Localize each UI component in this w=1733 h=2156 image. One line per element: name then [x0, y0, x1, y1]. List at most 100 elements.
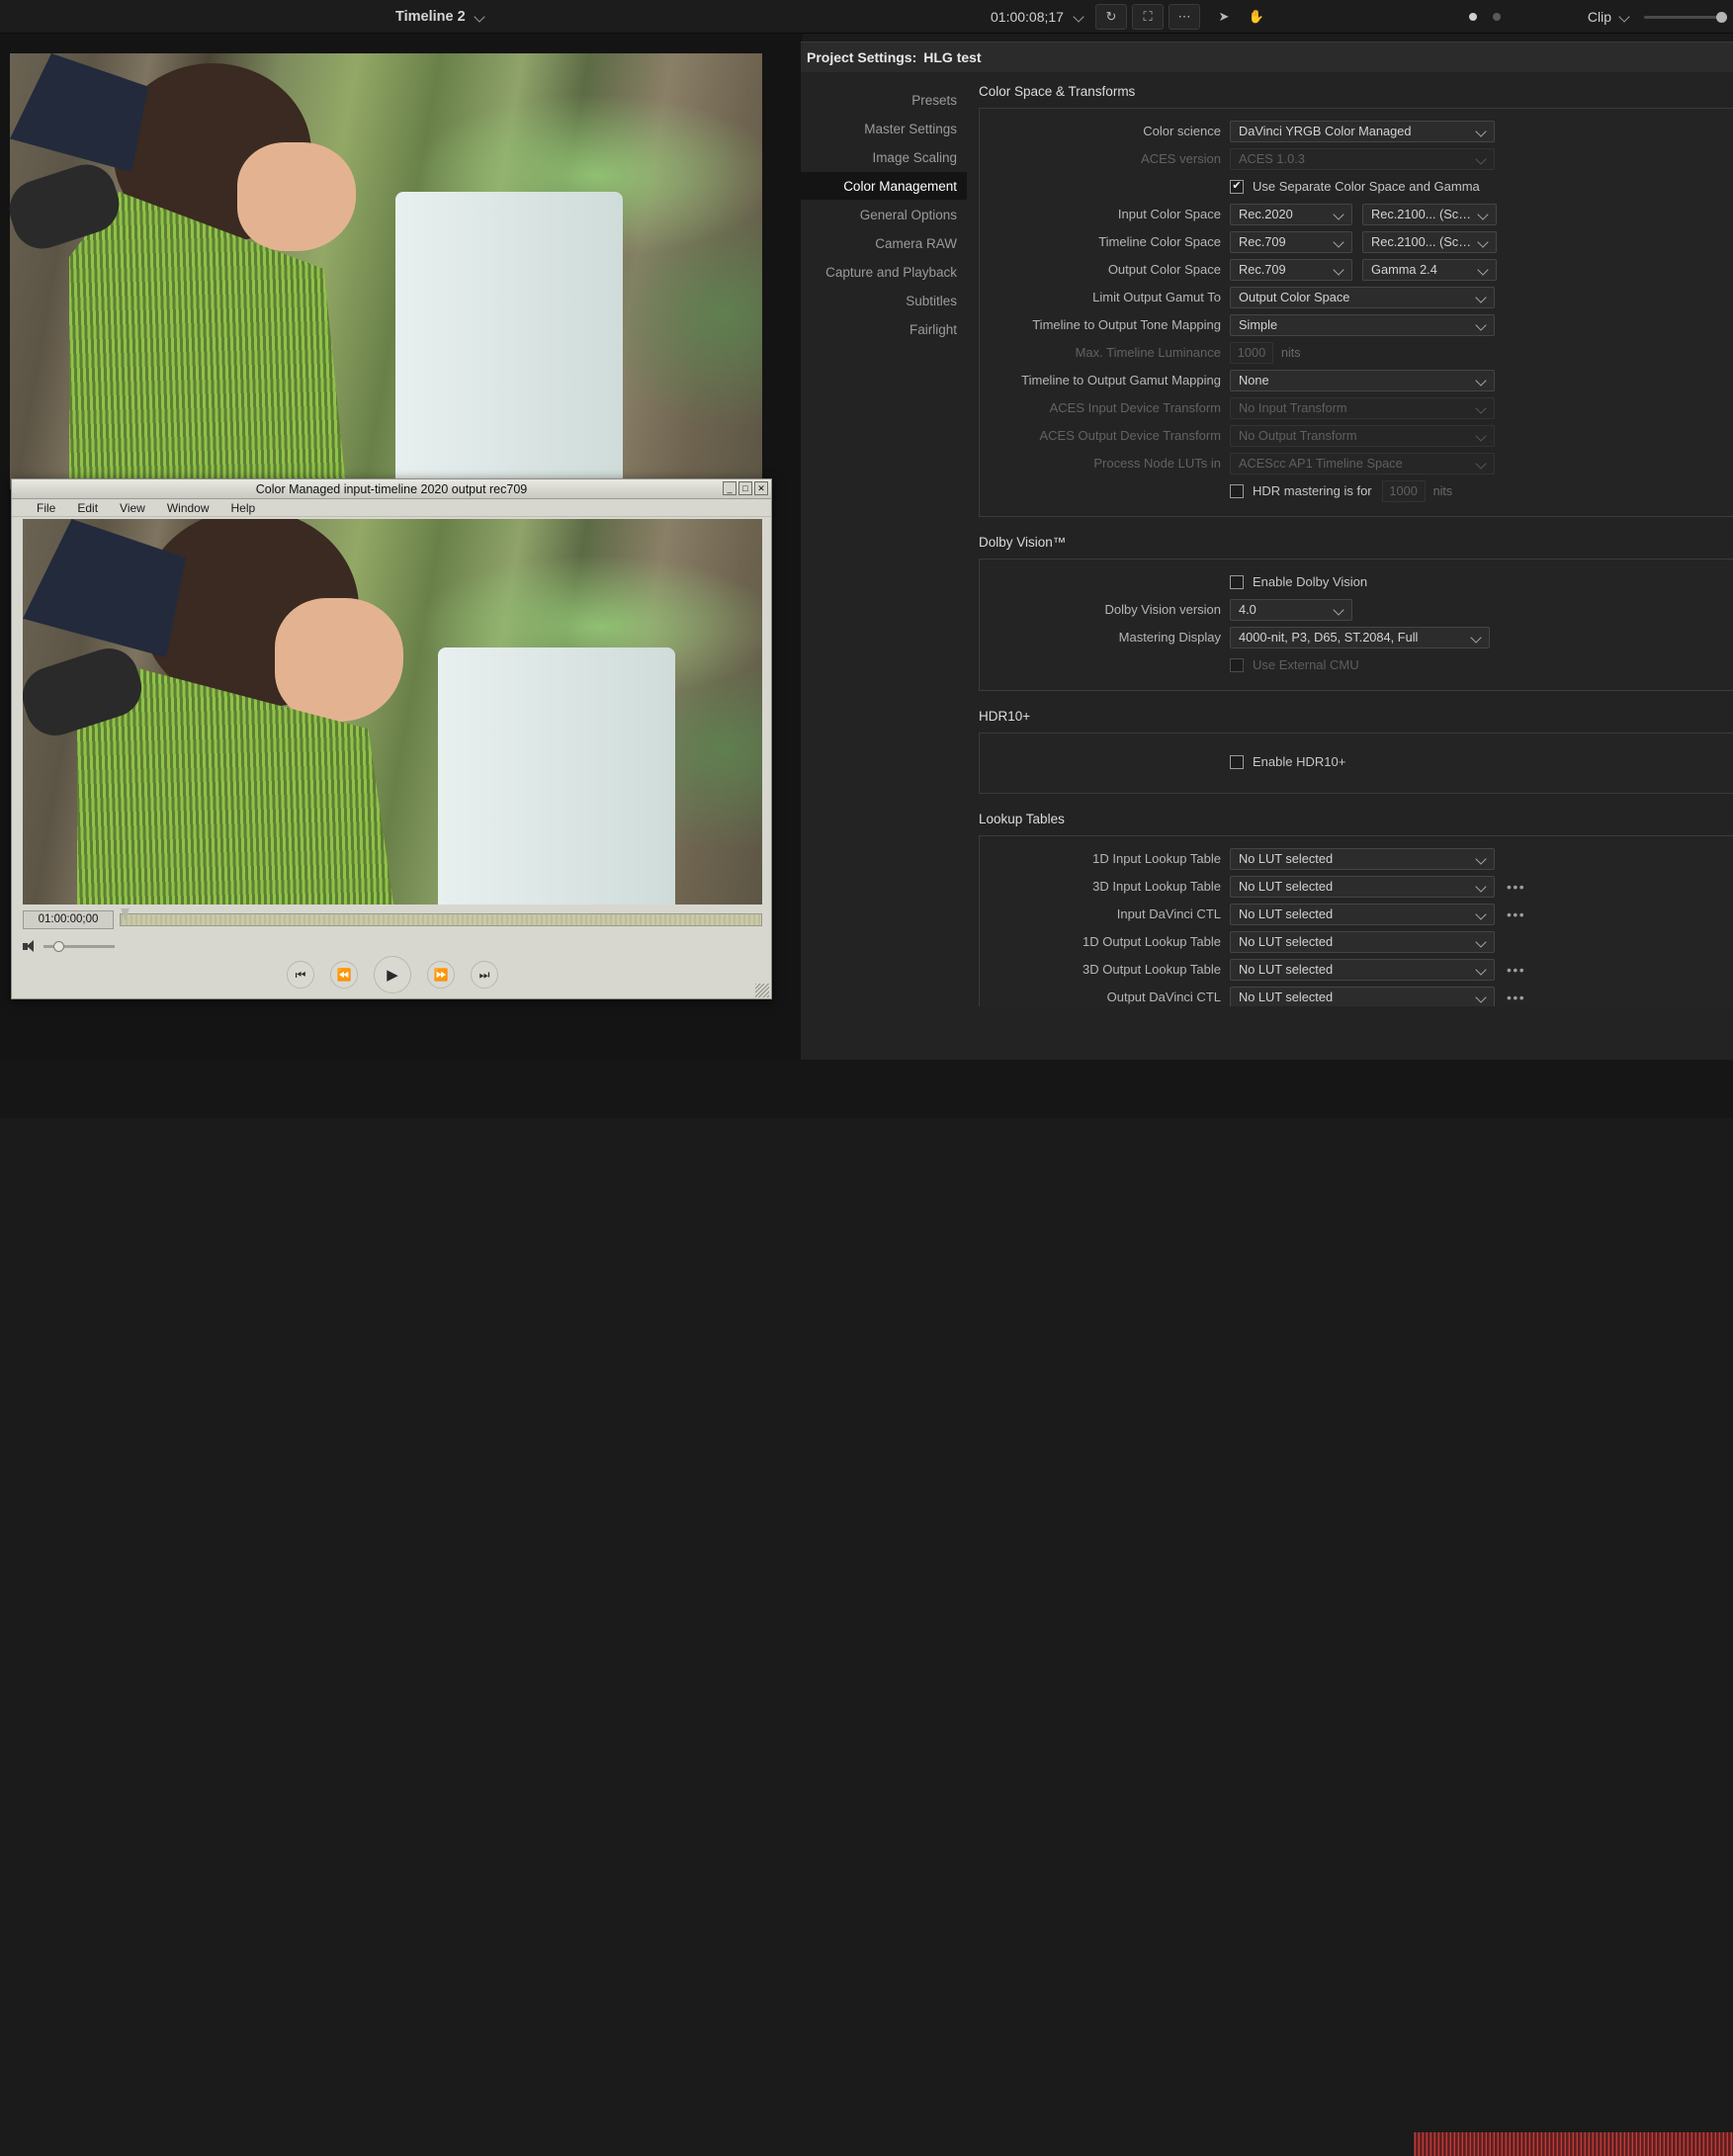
minimize-icon[interactable]: _: [723, 481, 737, 495]
chevron-down-icon[interactable]: [1333, 603, 1345, 616]
sidebar-item-master-settings[interactable]: Master Settings: [801, 115, 967, 142]
chevron-down-icon[interactable]: [1475, 963, 1488, 976]
menu-view[interactable]: View: [109, 501, 156, 515]
dropdown-1d-input-lookup-table[interactable]: No LUT selected: [1230, 847, 1495, 870]
maximize-icon[interactable]: □: [738, 481, 752, 495]
dropdown-input-gamma[interactable]: Rec.2100... (Scene): [1362, 203, 1497, 225]
close-icon[interactable]: ✕: [754, 481, 768, 495]
timeline-selector[interactable]: Timeline 2: [395, 0, 485, 34]
label-dolby-vision-version: Dolby Vision version: [1104, 602, 1221, 617]
sidebar-item-image-scaling[interactable]: Image Scaling: [801, 143, 967, 171]
value-3d-output-lookup-table: No LUT selected: [1239, 962, 1334, 977]
dropdown-timeline-color-space[interactable]: Rec.709: [1230, 230, 1352, 253]
checkbox-enable-hdr10plus[interactable]: [1230, 754, 1244, 769]
skip-to-start-icon[interactable]: ⏮: [287, 961, 314, 989]
dual-view-icon[interactable]: [1492, 13, 1501, 21]
value-input-davinci-ctl: No LUT selected: [1239, 906, 1334, 921]
sidebar-item-subtitles[interactable]: Subtitles: [801, 287, 967, 314]
dropdown-output-davinci-ctl[interactable]: No LUT selected: [1230, 986, 1495, 1006]
browse-lut-icon[interactable]: •••: [1507, 963, 1525, 977]
volume-slider[interactable]: [43, 940, 115, 952]
dropdown-output-gamma[interactable]: Gamma 2.4: [1362, 258, 1497, 281]
dropdown-1d-output-lookup-table[interactable]: No LUT selected: [1230, 930, 1495, 953]
chevron-down-icon[interactable]: [1475, 125, 1488, 137]
preview-seek-bar[interactable]: [120, 907, 762, 926]
chevron-down-icon[interactable]: [1470, 631, 1483, 644]
dropdown-dolby-vision-version[interactable]: 4.0: [1230, 598, 1352, 621]
clip-mode-selector[interactable]: Clip: [1588, 9, 1630, 25]
menu-help[interactable]: Help: [220, 501, 267, 515]
seek-playhead-handle[interactable]: [121, 907, 130, 921]
chevron-down-icon[interactable]: [1477, 263, 1490, 276]
sidebar-item-camera-raw[interactable]: Camera RAW: [801, 229, 967, 257]
chevron-down-icon[interactable]: [475, 12, 485, 23]
dropdown-output-color-space[interactable]: Rec.709: [1230, 258, 1352, 281]
chevron-down-icon[interactable]: [1619, 12, 1630, 23]
row-aces-version: ACES version ACES 1.0.3: [980, 146, 1733, 171]
play-icon[interactable]: ▶: [374, 956, 411, 993]
chevron-down-icon[interactable]: [1475, 291, 1488, 303]
chevron-down-icon[interactable]: [1475, 935, 1488, 948]
dropdown-3d-output-lookup-table[interactable]: No LUT selected: [1230, 958, 1495, 981]
zoom-slider-handle[interactable]: [1716, 11, 1727, 23]
more-options-icon[interactable]: ⋯: [1169, 4, 1200, 30]
chevron-down-icon[interactable]: [1333, 263, 1345, 276]
dropdown-input-color-space[interactable]: Rec.2020: [1230, 203, 1352, 225]
dropdown-gamut-mapping[interactable]: None: [1230, 369, 1495, 391]
menu-window[interactable]: Window: [156, 501, 220, 515]
dropdown-color-science[interactable]: DaVinci YRGB Color Managed: [1230, 120, 1495, 142]
sidebar-item-fairlight[interactable]: Fairlight: [801, 315, 967, 343]
dropdown-input-davinci-ctl[interactable]: No LUT selected: [1230, 903, 1495, 925]
dropdown-limit-output-gamut[interactable]: Output Color Space: [1230, 286, 1495, 308]
fullscreen-icon[interactable]: ⛶: [1132, 4, 1164, 30]
chevron-down-icon[interactable]: [1074, 12, 1084, 23]
loop-icon[interactable]: ↻: [1095, 4, 1127, 30]
chevron-down-icon[interactable]: [1475, 880, 1488, 893]
chevron-down-icon[interactable]: [1475, 318, 1488, 331]
chevron-down-icon[interactable]: [1475, 374, 1488, 387]
menu-edit[interactable]: Edit: [66, 501, 109, 515]
chevron-down-icon[interactable]: [1475, 907, 1488, 920]
checkbox-enable-dolby-vision[interactable]: [1230, 574, 1244, 589]
chevron-down-icon[interactable]: [1475, 852, 1488, 865]
browse-lut-icon[interactable]: •••: [1507, 991, 1525, 1004]
window-resize-grip[interactable]: [755, 984, 769, 997]
value-input-gamma: Rec.2100... (Scene): [1371, 207, 1473, 221]
single-view-icon[interactable]: [1468, 13, 1477, 21]
chevron-down-icon[interactable]: [1333, 208, 1345, 220]
skip-to-end-icon[interactable]: ⏭: [471, 961, 498, 989]
view-mode-toggle[interactable]: [1468, 13, 1501, 21]
dropdown-3d-input-lookup-table[interactable]: No LUT selected: [1230, 875, 1495, 898]
checkbox-use-separate-color-space-and-gamma[interactable]: [1230, 179, 1244, 194]
preview-image: [23, 519, 762, 905]
section-heading-lookup-tables: Lookup Tables: [979, 812, 1065, 826]
hand-tool-icon[interactable]: ✋: [1241, 4, 1272, 30]
dropdown-tone-mapping[interactable]: Simple: [1230, 313, 1495, 336]
timeline-strip: [0, 1060, 1733, 2156]
speaker-icon[interactable]: [23, 939, 38, 953]
menu-file[interactable]: File: [26, 501, 66, 515]
chevron-down-icon[interactable]: [1477, 235, 1490, 248]
zoom-slider[interactable]: [1644, 11, 1727, 23]
pointer-tool-icon[interactable]: ➤: [1208, 4, 1240, 30]
chevron-down-icon[interactable]: [1477, 208, 1490, 220]
preview-window[interactable]: Color Managed input-timeline 2020 output…: [11, 478, 772, 999]
dropdown-timeline-gamma[interactable]: Rec.2100... (Scene): [1362, 230, 1497, 253]
sidebar-item-presets[interactable]: Presets: [801, 86, 967, 114]
preview-window-titlebar[interactable]: Color Managed input-timeline 2020 output…: [12, 479, 771, 499]
checkbox-hdr-mastering[interactable]: [1230, 483, 1244, 498]
browse-lut-icon[interactable]: •••: [1507, 880, 1525, 894]
dropdown-mastering-display[interactable]: 4000-nit, P3, D65, ST.2084, Full: [1230, 626, 1490, 648]
image-detail-face: [237, 142, 356, 251]
chevron-down-icon[interactable]: [1475, 991, 1488, 1003]
sidebar-item-general-options[interactable]: General Options: [801, 201, 967, 228]
preview-video-surface[interactable]: [23, 519, 762, 905]
fast-forward-icon[interactable]: ⏩: [427, 961, 455, 989]
sidebar-item-color-management[interactable]: Color Management: [801, 172, 967, 200]
volume-slider-handle[interactable]: [53, 940, 64, 952]
rewind-icon[interactable]: ⏪: [330, 961, 358, 989]
browse-lut-icon[interactable]: •••: [1507, 907, 1525, 921]
label-output-davinci-ctl: Output DaVinci CTL: [1106, 990, 1221, 1004]
sidebar-item-capture-and-playback[interactable]: Capture and Playback: [801, 258, 967, 286]
chevron-down-icon[interactable]: [1333, 235, 1345, 248]
